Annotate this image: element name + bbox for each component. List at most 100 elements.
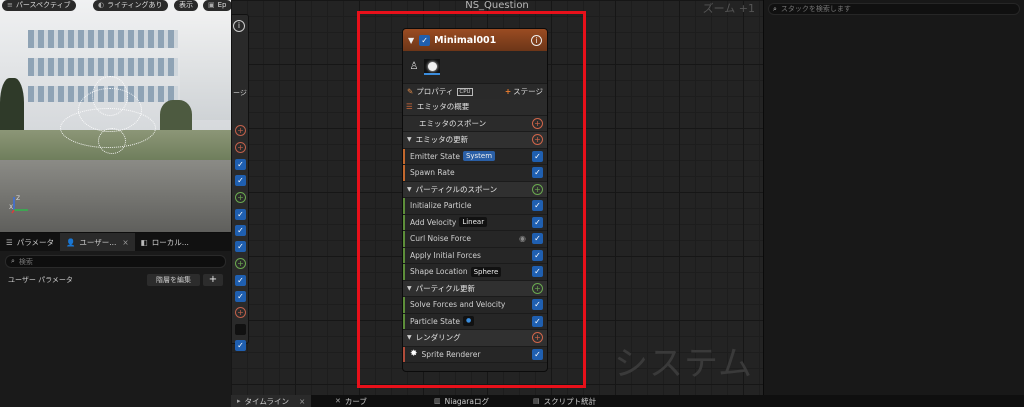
module-enabled-checkbox[interactable]: ✓ bbox=[532, 167, 543, 179]
eye-icon[interactable]: ◉ bbox=[519, 234, 526, 243]
pin-icon[interactable]: ♙ bbox=[408, 61, 420, 73]
lighting-button[interactable]: ◐ ライティングあり bbox=[93, 0, 168, 11]
add-module-button[interactable]: + bbox=[532, 332, 543, 344]
emitter-summary-row[interactable]: ☰ エミッタの概要 bbox=[403, 99, 547, 116]
axis-x-label: X bbox=[9, 204, 13, 211]
module-enabled-checkbox[interactable]: ✓ bbox=[532, 200, 543, 212]
perspective-button[interactable]: ≡ パースペクティブ bbox=[2, 0, 76, 11]
checkbox-icon[interactable]: ✓ bbox=[235, 275, 246, 286]
module-enabled-checkbox[interactable]: ✓ bbox=[532, 249, 543, 261]
module-value-pill[interactable]: System bbox=[462, 151, 496, 162]
tab-niagara-log[interactable]: ▥ Niagaraログ bbox=[428, 395, 495, 407]
stack-section-row[interactable]: エミッタのスポーン + bbox=[403, 115, 547, 132]
module-row[interactable]: Initialize Particle ✓ bbox=[403, 198, 547, 215]
properties-button[interactable]: プロパティ bbox=[416, 86, 453, 97]
emitter-header[interactable]: ▼ ✓ Minimal001 i bbox=[403, 29, 547, 51]
add-module-icon[interactable]: + bbox=[235, 258, 246, 269]
module-row[interactable]: Apply Initial Forces ✓ bbox=[403, 247, 547, 264]
module-enabled-checkbox[interactable]: ✓ bbox=[532, 315, 543, 327]
checkbox-icon[interactable]: ✓ bbox=[235, 159, 246, 170]
checkbox-icon[interactable]: ✓ bbox=[235, 241, 246, 252]
add-module-button[interactable]: + bbox=[532, 282, 543, 294]
add-module-icon[interactable]: + bbox=[235, 142, 246, 153]
particle-thumbnail[interactable] bbox=[424, 59, 440, 75]
stats-icon: ▤ bbox=[533, 397, 540, 405]
collapse-icon[interactable]: ▼ bbox=[407, 136, 412, 143]
stack-search-input[interactable]: ⌕ スタックを検索します bbox=[768, 3, 1020, 15]
search-icon: ⌕ bbox=[773, 4, 777, 13]
stack-row-label: レンダリング bbox=[415, 333, 461, 343]
add-module-icon[interactable]: + bbox=[235, 192, 246, 203]
stack-group-header[interactable]: ▼ パーティクル更新 + bbox=[403, 280, 547, 297]
building-windows bbox=[28, 58, 178, 76]
viewport[interactable]: ≡ パースペクティブ ◐ ライティングあり 表示 ▣ Ep Z X bbox=[0, 0, 231, 232]
show-button[interactable]: 表示 bbox=[174, 0, 198, 11]
stack-row-label: パーティクル更新 bbox=[415, 283, 475, 293]
tab-curve[interactable]: ✕ カーブ bbox=[329, 395, 373, 407]
parameter-search-input[interactable]: ⌕ 検索 bbox=[5, 255, 226, 268]
module-row[interactable]: Solve Forces and Velocity ✓ bbox=[403, 297, 547, 314]
stack-group-header[interactable]: ▼ エミッタの更新 + bbox=[403, 132, 547, 149]
add-module-button[interactable]: + bbox=[532, 117, 543, 129]
close-icon[interactable]: × bbox=[299, 397, 305, 406]
menu-icon: ≡ bbox=[7, 1, 13, 9]
module-enabled-checkbox[interactable]: ✓ bbox=[532, 299, 543, 311]
checkbox-icon[interactable]: ✓ bbox=[235, 225, 246, 236]
collapse-icon[interactable]: ▼ bbox=[408, 36, 414, 45]
collapse-icon[interactable]: ▼ bbox=[407, 334, 412, 341]
tab-script-stats[interactable]: ▤ スクリプト統計 bbox=[527, 395, 602, 407]
add-parameter-button[interactable]: + bbox=[203, 273, 223, 286]
tab-user[interactable]: 👤 ユーザー... × bbox=[60, 233, 135, 251]
add-module-icon[interactable]: + bbox=[235, 307, 246, 318]
edit-hierarchy-button[interactable]: 階層を編集 bbox=[147, 273, 200, 286]
info-icon[interactable]: i bbox=[233, 20, 245, 32]
extra-button[interactable]: ▣ Ep bbox=[203, 0, 231, 11]
module-row[interactable]: Spawn Rate ✓ bbox=[403, 165, 547, 182]
log-icon: ▥ bbox=[434, 397, 441, 405]
add-module-icon[interactable]: + bbox=[235, 125, 246, 136]
checkbox-icon[interactable]: ✓ bbox=[235, 340, 246, 351]
stack-row-label: Initialize Particle bbox=[410, 201, 472, 211]
module-value-pill[interactable]: ● bbox=[462, 316, 475, 327]
module-row[interactable]: ✸ Sprite Renderer ✓ bbox=[403, 346, 547, 363]
stack-group-header[interactable]: ▼ レンダリング + bbox=[403, 330, 547, 347]
module-row[interactable]: Curl Noise Force ◉ ✓ bbox=[403, 231, 547, 248]
module-value-pill[interactable]: Sphere bbox=[470, 266, 502, 277]
checkbox-icon[interactable] bbox=[235, 324, 246, 335]
plaza bbox=[0, 160, 231, 232]
parameters-tabs: ☰ パラメータ 👤 ユーザー... × ◧ ローカル... bbox=[0, 233, 231, 251]
module-enabled-checkbox[interactable]: ✓ bbox=[532, 216, 543, 228]
system-node[interactable]: i ージ + + ✓ ✓ + ✓ ✓ ✓ + ✓ ✓ + ✓ bbox=[231, 14, 249, 351]
tab-parameters[interactable]: ☰ パラメータ bbox=[0, 233, 60, 251]
module-row[interactable]: Add Velocity Linear ✓ bbox=[403, 214, 547, 231]
add-stage-button[interactable]: + ステージ bbox=[505, 86, 543, 97]
module-enabled-checkbox[interactable]: ✓ bbox=[532, 150, 543, 162]
module-enabled-checkbox[interactable]: ✓ bbox=[532, 266, 543, 278]
module-row[interactable]: Emitter State System ✓ bbox=[403, 148, 547, 165]
stack-group-header[interactable]: ▼ パーティクルのスポーン + bbox=[403, 181, 547, 198]
emitter-name: Minimal001 bbox=[434, 34, 497, 46]
stack-row-label: エミッタのスポーン bbox=[419, 118, 487, 128]
checkbox-icon[interactable]: ✓ bbox=[235, 175, 246, 186]
camera-icon: ▣ bbox=[208, 1, 215, 9]
collapse-icon[interactable]: ▼ bbox=[407, 186, 412, 193]
checkbox-icon[interactable]: ✓ bbox=[235, 291, 246, 302]
module-row[interactable]: Particle State ● ✓ bbox=[403, 313, 547, 330]
collapse-icon[interactable]: ▼ bbox=[407, 285, 412, 292]
particle-effect bbox=[92, 76, 128, 116]
module-row[interactable]: Shape Location Sphere ✓ bbox=[403, 264, 547, 281]
info-icon[interactable]: i bbox=[531, 34, 542, 46]
stack-row-label: Emitter State bbox=[410, 151, 460, 161]
tab-timeline[interactable]: ▸ タイムライン × bbox=[231, 395, 312, 407]
add-module-button[interactable]: + bbox=[532, 134, 543, 146]
tab-local[interactable]: ◧ ローカル... bbox=[135, 233, 195, 251]
building-windows bbox=[28, 30, 178, 48]
module-enabled-checkbox[interactable]: ✓ bbox=[532, 348, 543, 360]
close-icon[interactable]: × bbox=[122, 238, 128, 247]
checkbox-icon[interactable]: ✓ bbox=[235, 209, 246, 220]
emitter-node[interactable]: ▼ ✓ Minimal001 i ♙ ✎ プロパティ CPU + ステージ ☰ エミ… bbox=[402, 28, 548, 372]
module-enabled-checkbox[interactable]: ✓ bbox=[532, 233, 543, 245]
add-module-button[interactable]: + bbox=[532, 183, 543, 195]
emitter-enabled-checkbox[interactable]: ✓ bbox=[419, 34, 431, 46]
module-value-pill[interactable]: Linear bbox=[459, 217, 488, 228]
